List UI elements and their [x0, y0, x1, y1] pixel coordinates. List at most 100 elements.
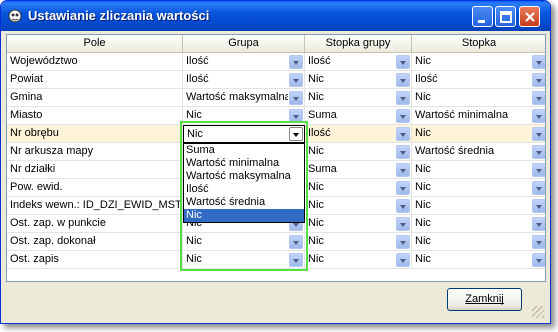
title-bar[interactable]: Ustawianie zliczania wartości [1, 1, 550, 31]
dropdown-option[interactable]: Wartość minimalna [184, 157, 304, 170]
cell-stopka-grupy[interactable]: Nic [305, 197, 412, 215]
resize-grip[interactable] [532, 306, 544, 318]
chevron-down-icon[interactable] [532, 145, 545, 159]
cell-stopka[interactable]: Ilość [412, 71, 545, 89]
cell-value: Nic [415, 127, 431, 139]
chevron-down-icon[interactable] [532, 127, 545, 141]
chevron-down-icon[interactable] [396, 181, 410, 195]
cell-value: Nic [308, 73, 324, 85]
chevron-down-icon[interactable] [532, 235, 545, 249]
chevron-down-icon[interactable] [396, 163, 410, 177]
chevron-down-icon[interactable] [396, 217, 410, 231]
cell-grupa[interactable]: Ilość [183, 53, 305, 71]
cell-stopka-grupy[interactable]: Suma [305, 161, 412, 179]
column-header-grupa[interactable]: Grupa [183, 35, 305, 53]
cell-stopka-grupy[interactable]: Nic [305, 251, 412, 269]
cell-stopka[interactable]: Nic [412, 161, 545, 179]
chevron-down-icon[interactable] [289, 127, 303, 141]
chevron-down-icon[interactable] [289, 73, 303, 87]
cell-stopka-grupy[interactable]: Ilość [305, 125, 412, 143]
grupa-combo-open[interactable]: Nic [183, 125, 305, 143]
cell-value: Ost. zap. w punkcie [10, 217, 106, 229]
chevron-down-icon[interactable] [396, 55, 410, 69]
chevron-down-icon[interactable] [532, 109, 545, 123]
dropdown-option[interactable]: Ilość [184, 183, 304, 196]
dialog-window: Ustawianie zliczania wartości Pole Grupa… [0, 0, 551, 324]
cell-stopka[interactable]: Nic [412, 215, 545, 233]
cell-value: Wartość średnia [415, 145, 495, 157]
maximize-icon [500, 11, 512, 23]
cell-stopka[interactable]: Nic [412, 53, 545, 71]
chevron-down-icon[interactable] [532, 217, 545, 231]
minimize-button[interactable] [472, 6, 493, 27]
cell-stopka[interactable]: Wartość średnia [412, 143, 545, 161]
chevron-down-icon[interactable] [289, 55, 303, 69]
chevron-down-icon[interactable] [396, 127, 410, 141]
cell-grupa[interactable]: Nic [183, 233, 305, 251]
cell-value: Nic [415, 91, 431, 103]
dropdown-option[interactable]: Nic [184, 209, 304, 222]
cell-stopka[interactable]: Nic [412, 233, 545, 251]
cell-value: Nic [415, 253, 431, 265]
cell-grupa[interactable]: Nic [183, 251, 305, 269]
cell-stopka-grupy[interactable]: Nic [305, 71, 412, 89]
chevron-down-icon[interactable] [396, 235, 410, 249]
cell-stopka-grupy[interactable]: Nic [305, 215, 412, 233]
chevron-down-icon[interactable] [289, 253, 303, 267]
chevron-down-icon[interactable] [396, 91, 410, 105]
chevron-down-icon[interactable] [396, 253, 410, 267]
chevron-down-icon[interactable] [289, 109, 303, 123]
chevron-down-icon[interactable] [396, 109, 410, 123]
cell-value: Miasto [10, 109, 43, 121]
cell-stopka[interactable]: Nic [412, 197, 545, 215]
table-row[interactable]: Ost. zapis Nic Nic Nic [7, 251, 545, 269]
cell-stopka-grupy[interactable]: Ilość [305, 53, 412, 71]
column-header-stopka[interactable]: Stopka [412, 35, 545, 53]
chevron-down-icon[interactable] [396, 199, 410, 213]
cell-value: Gmina [10, 91, 43, 103]
table-row[interactable]: Ost. zap. dokonał Nic Nic Nic [7, 233, 545, 251]
chevron-down-icon[interactable] [532, 163, 545, 177]
chevron-down-icon[interactable] [289, 91, 303, 105]
cell-value: Ilość [186, 73, 209, 85]
cell-value: Województwo [10, 55, 78, 67]
cell-stopka[interactable]: Nic [412, 251, 545, 269]
chevron-down-icon[interactable] [532, 253, 545, 267]
table-row[interactable]: Województwo Ilość Ilość Nic [7, 53, 545, 71]
cell-stopka-grupy[interactable]: Nic [305, 233, 412, 251]
table-row[interactable]: Miasto Nic Suma Wartość minimalna [7, 107, 545, 125]
cell-pole: Ost. zap. dokonał [7, 233, 183, 251]
chevron-down-icon[interactable] [396, 73, 410, 87]
cell-stopka-grupy[interactable]: Suma [305, 107, 412, 125]
cell-stopka-grupy[interactable]: Nic [305, 179, 412, 197]
table-row[interactable]: Gmina Wartość maksymalna Nic Nic [7, 89, 545, 107]
cell-stopka-grupy[interactable]: Nic [305, 89, 412, 107]
chevron-down-icon[interactable] [532, 55, 545, 69]
table-row[interactable]: Powiat Ilość Nic Ilość [7, 71, 545, 89]
dropdown-option[interactable]: Wartość maksymalna [184, 170, 304, 183]
column-header-stopka-grupy[interactable]: Stopka grupy [305, 35, 412, 53]
close-window-button[interactable] [519, 6, 540, 27]
cell-stopka[interactable]: Wartość minimalna [412, 107, 545, 125]
chevron-down-icon[interactable] [396, 145, 410, 159]
cell-stopka[interactable]: Nic [412, 125, 545, 143]
column-header-pole[interactable]: Pole [7, 35, 183, 53]
chevron-down-icon[interactable] [532, 73, 545, 87]
dropdown-option[interactable]: Wartość średnia [184, 196, 304, 209]
cell-stopka[interactable]: Nic [412, 89, 545, 107]
zamknij-button[interactable]: Zamknij [447, 288, 522, 311]
dropdown-option[interactable]: Suma [184, 144, 304, 157]
chevron-down-icon[interactable] [532, 199, 545, 213]
cell-grupa[interactable]: Ilość [183, 71, 305, 89]
chevron-down-icon[interactable] [532, 91, 545, 105]
cell-grupa[interactable]: Nic [183, 107, 305, 125]
chevron-down-icon[interactable] [532, 181, 545, 195]
maximize-button[interactable] [495, 6, 516, 27]
cell-grupa[interactable]: Wartość maksymalna [183, 89, 305, 107]
cell-stopka-grupy[interactable]: Nic [305, 143, 412, 161]
cell-pole: Indeks wewn.: ID_DZI_EWID_MSTP [7, 197, 183, 215]
cell-value: Nic [415, 163, 431, 175]
chevron-down-icon[interactable] [289, 235, 303, 249]
cell-stopka[interactable]: Nic [412, 179, 545, 197]
cell-value: Ilość [308, 127, 331, 139]
